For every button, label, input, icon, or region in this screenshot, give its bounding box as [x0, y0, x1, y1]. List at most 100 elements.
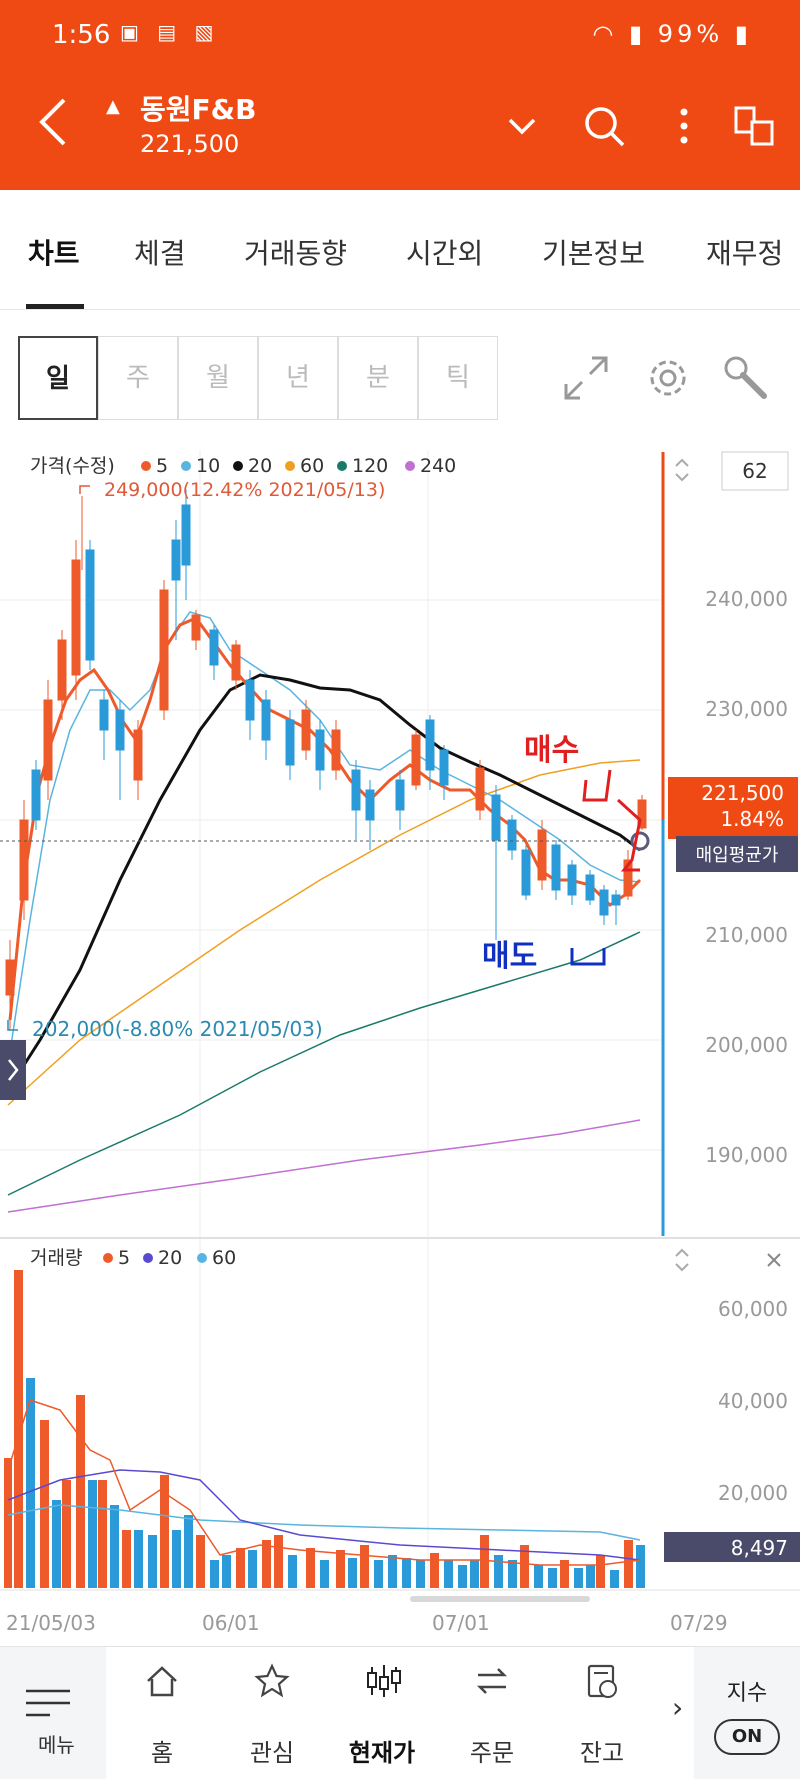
max-marker-icon	[79, 485, 90, 494]
tab-bar: 차트 체결 거래동향 시간외 기본정보 재무정	[0, 190, 800, 310]
legend-ma20: 20	[248, 455, 272, 477]
price-tick-190000: 190,000	[705, 1143, 788, 1167]
battery-icon: ▮	[734, 20, 752, 48]
active-tab-indicator	[26, 304, 84, 309]
index-toggle[interactable]: ON	[714, 1719, 780, 1755]
volume-bars	[4, 1270, 645, 1588]
min-price-note: 202,000(-8.80% 2021/05/03)	[32, 1017, 323, 1041]
volume-tick-20000: 20,000	[718, 1481, 788, 1505]
swap-icon	[476, 1668, 508, 1694]
back-arrow-icon[interactable]	[30, 92, 80, 152]
price-tick-200000: 200,000	[705, 1033, 788, 1057]
nav-balance-label: 잔고	[579, 1739, 625, 1767]
volume-legend-dot-5	[103, 1253, 113, 1263]
nav-balance[interactable]: 잔고	[552, 1647, 652, 1779]
nav-current-price[interactable]: 현재가	[332, 1647, 432, 1779]
legend-dot-ma240	[405, 461, 415, 471]
close-icon[interactable]	[767, 1253, 781, 1267]
expand-icon[interactable]	[558, 350, 614, 406]
x-label-1: 06/01	[202, 1611, 260, 1635]
status-time: 1:56	[52, 20, 111, 50]
legend-ma60: 60	[300, 455, 324, 477]
star-icon	[254, 1663, 290, 1698]
max-price-note: 249,000(12.42% 2021/05/13)	[104, 479, 385, 501]
nav-more-chevron-icon[interactable]: ›	[672, 1691, 683, 1724]
index-label: 지수	[726, 1681, 768, 1706]
updown-icon[interactable]	[675, 458, 689, 482]
wallet-icon	[587, 1664, 617, 1698]
legend-ma5: 5	[156, 455, 168, 477]
price-tick-240000: 240,000	[705, 587, 788, 611]
status-bar: 1:56 ▣ ▤ ▧ ◠ ▮ 99% ▮	[0, 0, 800, 72]
nav-current-price-label: 현재가	[348, 1739, 416, 1767]
tab-after-hours[interactable]: 시간외	[406, 232, 483, 272]
volume-legend-20: 20	[158, 1247, 182, 1269]
annotation-buy: 매수	[524, 733, 579, 768]
search-icon[interactable]	[580, 102, 628, 150]
legend-ma120: 120	[352, 455, 388, 477]
tab-financials[interactable]: 재무정	[706, 232, 783, 272]
index-panel: 지수 ON	[694, 1647, 800, 1779]
period-monthly[interactable]: 월	[178, 336, 258, 420]
hamburger-icon	[26, 1689, 70, 1717]
price-tick-230000: 230,000	[705, 697, 788, 721]
volume-legend-5: 5	[118, 1247, 130, 1269]
home-icon	[147, 1666, 177, 1697]
menu-label: 메뉴	[38, 1733, 75, 1757]
tab-basic-info[interactable]: 기본정보	[542, 232, 645, 272]
battery-level: 99%	[657, 20, 724, 48]
volume-legend: 5 20 60	[103, 1247, 236, 1269]
nav-watchlist[interactable]: 관심	[222, 1647, 322, 1779]
bottom-navigation: 메뉴 홈 관심 현재가 주문 잔고 › 지수 ON	[0, 1646, 800, 1779]
ma-240-line	[7, 1119, 641, 1213]
volume-legend-dot-60	[197, 1253, 207, 1263]
more-vertical-icon[interactable]	[660, 102, 708, 150]
ma-5-line	[8, 616, 642, 1021]
status-right: ◠ ▮ 99% ▮	[592, 20, 752, 48]
price-up-icon: ▲	[106, 96, 120, 117]
period-weekly[interactable]: 주	[98, 336, 178, 420]
stock-name[interactable]: 동원F&B	[140, 88, 256, 128]
period-minute[interactable]: 분	[338, 336, 418, 420]
tab-trades[interactable]: 체결	[134, 232, 186, 272]
legend-ma240: 240	[420, 455, 456, 477]
notification-icons: ▣ ▤ ▧	[120, 20, 220, 44]
menu-button[interactable]: 메뉴	[0, 1647, 106, 1779]
left-panel-handle[interactable]	[0, 1040, 26, 1100]
tab-chart[interactable]: 차트	[28, 232, 80, 272]
count-box-value: 62	[742, 459, 767, 483]
legend-dot-ma10	[181, 461, 191, 471]
multi-window-icon[interactable]	[730, 102, 778, 150]
app-bar: ▲ 동원F&B 221,500	[0, 72, 800, 190]
nav-watchlist-label: 관심	[249, 1739, 295, 1767]
chart-scroll-indicator[interactable]	[410, 1596, 590, 1602]
legend-dot-ma60	[285, 461, 295, 471]
period-tick[interactable]: 틱	[418, 336, 498, 420]
volume-legend-title: 거래량	[30, 1247, 82, 1269]
price-legend-title: 가격(수정)	[30, 455, 115, 477]
nav-order-label: 주문	[469, 1739, 515, 1767]
period-daily[interactable]: 일	[18, 336, 98, 420]
annotation-sell: 매도	[482, 939, 537, 974]
current-price-value: 221,500	[701, 781, 784, 805]
wrench-icon[interactable]	[718, 350, 774, 406]
tab-trading-trend[interactable]: 거래동향	[244, 232, 347, 272]
volume-updown-icon[interactable]	[675, 1248, 689, 1272]
avg-price-label: 매입평균가	[696, 845, 779, 866]
legend-dot-ma120	[337, 461, 347, 471]
candle-icon	[367, 1665, 401, 1697]
period-yearly[interactable]: 년	[258, 336, 338, 420]
x-axis-labels: 21/05/03 06/01 07/01 07/29	[6, 1611, 728, 1635]
price-legend: 5 10 20 60 120 240	[141, 455, 456, 477]
volume-tick-60000: 60,000	[718, 1297, 788, 1321]
chevron-down-icon[interactable]	[498, 102, 546, 150]
wifi-icon: ◠	[592, 20, 618, 48]
volume-axis-ticks: 60,000 40,000 20,000	[718, 1297, 788, 1505]
price-axis-ticks: 240,000 230,000 210,000 200,000 190,000	[705, 587, 788, 1167]
chart-area[interactable]: 가격(수정) 5 10 20 60 120 240 249,000(12.42%…	[0, 440, 800, 1640]
nav-home[interactable]: 홈	[112, 1647, 212, 1779]
x-label-2: 07/01	[432, 1611, 490, 1635]
x-label-0: 21/05/03	[6, 1611, 96, 1635]
nav-order[interactable]: 주문	[442, 1647, 542, 1779]
gear-icon[interactable]	[640, 350, 696, 406]
